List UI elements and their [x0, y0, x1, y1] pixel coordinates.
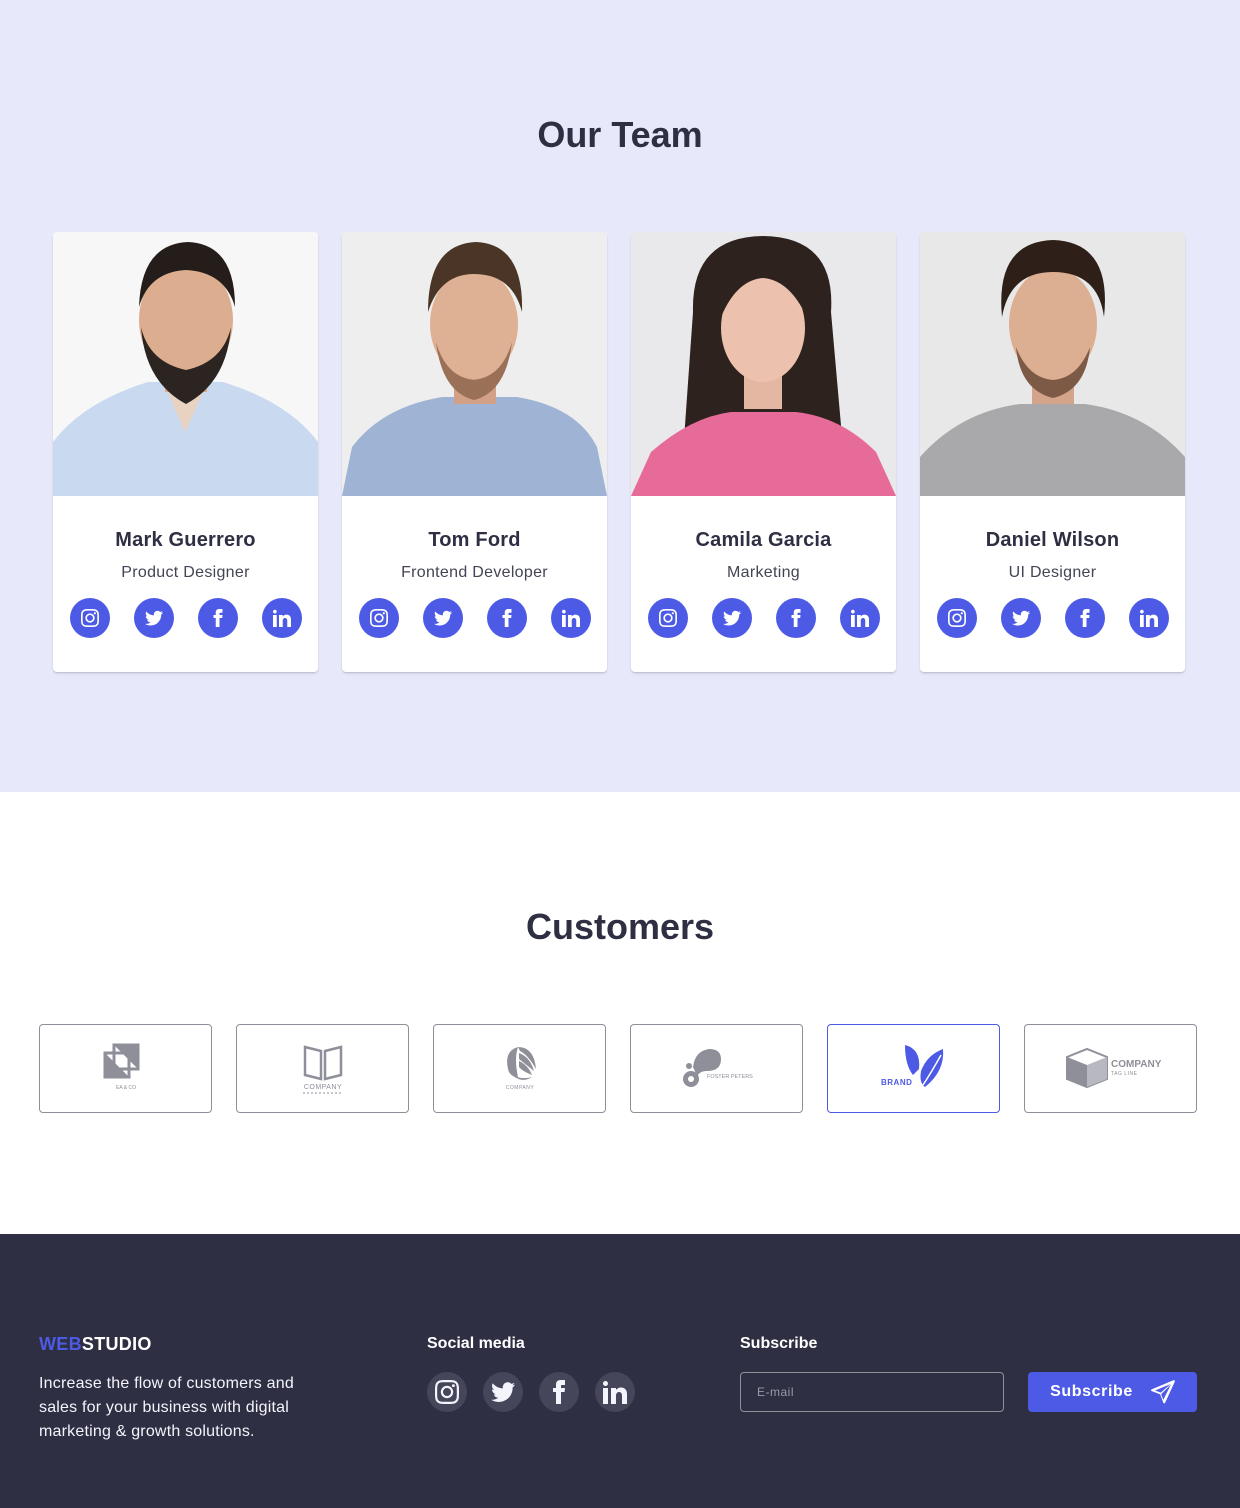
twitter-link[interactable] — [1000, 598, 1041, 638]
facebook-icon — [1076, 609, 1094, 627]
member-photo — [631, 232, 896, 496]
member-name: Daniel Wilson — [985, 529, 1120, 551]
square-logo-icon: EA & CO — [103, 1043, 139, 1091]
member-photo — [342, 232, 607, 496]
member-name: Mark Guerrero — [115, 529, 256, 551]
drop-logo-icon: FOSTER PETERS — [682, 1048, 753, 1087]
team-section: Our Team Mark Guerrero Product Designer — [0, 0, 1240, 792]
linkedin-link[interactable] — [1128, 598, 1169, 638]
svg-text:COMPANY: COMPANY — [1111, 1059, 1161, 1070]
linkedin-icon — [273, 609, 291, 627]
twitter-icon — [1012, 609, 1030, 627]
member-role: Marketing — [727, 564, 800, 581]
instagram-icon — [370, 609, 388, 627]
facebook-link[interactable] — [486, 598, 527, 638]
member-name: Camila Garcia — [695, 529, 832, 551]
team-card: Mark Guerrero Product Designer — [53, 232, 318, 672]
team-card: Tom Ford Frontend Developer — [342, 232, 607, 672]
leaf-logo-icon: BRAND — [881, 1044, 943, 1087]
footer-facebook-link[interactable] — [539, 1372, 579, 1412]
twitter-link[interactable] — [133, 598, 174, 638]
member-socials — [631, 598, 896, 638]
logo-studio: STUDIO — [81, 1334, 152, 1354]
svg-text:FOSTER PETERS: FOSTER PETERS — [707, 1074, 753, 1080]
facebook-link[interactable] — [775, 598, 816, 638]
linkedin-link[interactable] — [550, 598, 591, 638]
svg-text:COMPANY: COMPANY — [303, 1084, 341, 1091]
instagram-icon — [659, 609, 677, 627]
linkedin-link[interactable] — [839, 598, 880, 638]
member-name: Tom Ford — [428, 529, 521, 551]
team-cards: Mark Guerrero Product Designer Tom Ford … — [53, 232, 1185, 672]
footer-twitter-link[interactable] — [483, 1372, 523, 1412]
twitter-icon — [723, 609, 741, 627]
twitter-icon — [491, 1380, 515, 1404]
customer-logo-link[interactable]: FOSTER PETERS — [630, 1024, 803, 1113]
twitter-icon — [434, 609, 452, 627]
linkedin-icon — [851, 609, 869, 627]
linkedin-icon — [603, 1380, 627, 1404]
email-field[interactable] — [740, 1372, 1004, 1412]
footer-about: Increase the flow of customers and sales… — [39, 1375, 294, 1440]
customer-logo-link[interactable]: COMPANY TAG LINE — [1024, 1024, 1197, 1113]
subscribe-button[interactable]: Subscribe — [1028, 1372, 1197, 1412]
instagram-icon — [435, 1380, 459, 1404]
customer-logo-link[interactable]: COMPANY — [433, 1024, 606, 1113]
facebook-link[interactable] — [1064, 598, 1105, 638]
subscribe-title: Subscribe — [740, 1335, 818, 1352]
instagram-link[interactable] — [936, 598, 977, 638]
footer: WEBSTUDIO Increase the flow of customers… — [0, 1234, 1240, 1508]
svg-text:EA & CO: EA & CO — [115, 1085, 135, 1091]
linkedin-link[interactable] — [261, 598, 302, 638]
team-card: Daniel Wilson UI Designer — [920, 232, 1185, 672]
cube-logo-icon: COMPANY TAG LINE — [1065, 1047, 1161, 1088]
facebook-icon — [498, 609, 516, 627]
svg-text:TAG LINE: TAG LINE — [1111, 1071, 1138, 1077]
facebook-icon — [787, 609, 805, 627]
team-title: Our Team — [537, 114, 703, 155]
footer-linkedin-link[interactable] — [595, 1372, 635, 1412]
instagram-link[interactable] — [69, 598, 110, 638]
social-media-title: Social media — [427, 1335, 525, 1352]
instagram-icon — [81, 609, 99, 627]
customer-logo-link[interactable]: COMPANY — [236, 1024, 409, 1113]
member-socials — [342, 598, 607, 638]
linkedin-icon — [562, 609, 580, 627]
customer-logo-link[interactable]: BRAND — [827, 1024, 1000, 1113]
instagram-icon — [948, 609, 966, 627]
member-role: Frontend Developer — [401, 564, 548, 581]
linkedin-icon — [1140, 609, 1158, 627]
twitter-icon — [145, 609, 163, 627]
team-card: Camila Garcia Marketing — [631, 232, 896, 672]
facebook-icon — [547, 1380, 571, 1404]
customer-logos: EA & CO COMPANY COMPANY FOSTER PETERS BR… — [39, 1024, 1197, 1113]
twitter-link[interactable] — [711, 598, 752, 638]
shell-logo-icon: COMPANY — [505, 1046, 536, 1091]
instagram-link[interactable] — [358, 598, 399, 638]
footer-instagram-link[interactable] — [427, 1372, 467, 1412]
facebook-link[interactable] — [197, 598, 238, 638]
svg-text:COMPANY: COMPANY — [505, 1085, 534, 1091]
twitter-link[interactable] — [422, 598, 463, 638]
footer-socials — [427, 1372, 635, 1412]
subscribe-button-label: Subscribe — [1050, 1383, 1133, 1400]
instagram-link[interactable] — [647, 598, 688, 638]
member-photo — [920, 232, 1185, 496]
member-socials — [53, 598, 318, 638]
facebook-icon — [209, 609, 227, 627]
member-role: UI Designer — [1008, 564, 1097, 581]
svg-text:BRAND: BRAND — [881, 1078, 912, 1087]
member-socials — [920, 598, 1185, 638]
send-icon — [1151, 1380, 1175, 1404]
customers-title: Customers — [525, 906, 715, 947]
member-photo — [53, 232, 318, 496]
footer-logo[interactable]: WEBSTUDIO — [39, 1334, 152, 1355]
customer-logo-link[interactable]: EA & CO — [39, 1024, 212, 1113]
book-logo-icon: COMPANY — [302, 1044, 343, 1093]
logo-web: WEB — [39, 1334, 82, 1354]
member-role: Product Designer — [121, 564, 250, 581]
customers-section: Customers EA & CO COMPANY COMPANY FOSTER… — [0, 792, 1240, 1234]
